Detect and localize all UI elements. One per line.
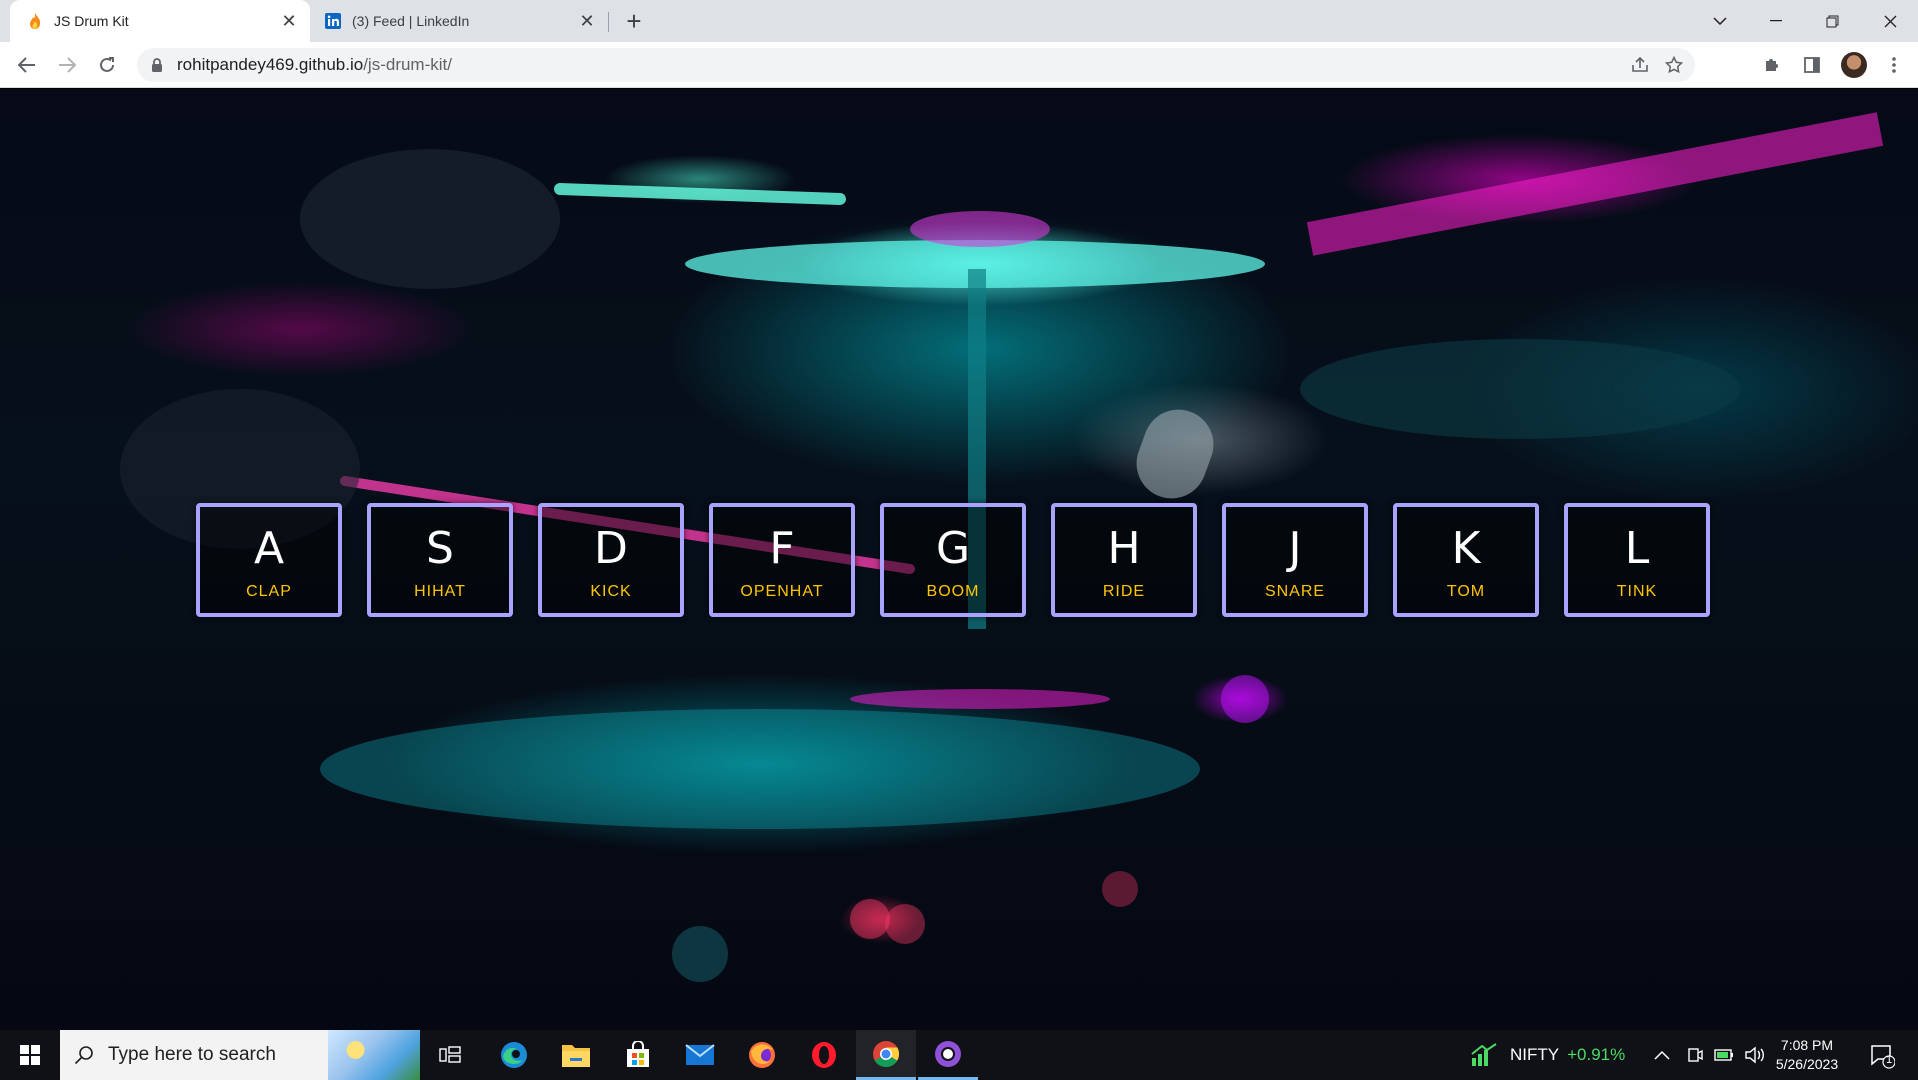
profile-avatar[interactable] [1838, 49, 1870, 81]
search-icon [74, 1045, 94, 1065]
file-explorer-icon[interactable] [546, 1030, 606, 1080]
key-letter: H [1107, 523, 1141, 574]
drum-key-j[interactable]: J SNARE [1222, 503, 1368, 617]
key-letter: K [1451, 523, 1481, 574]
tab-divider [608, 12, 609, 32]
browser-toolbar: rohitpandey469.github.io/js-drum-kit/ [0, 42, 1918, 88]
key-sound-label: TINK [1616, 583, 1658, 600]
drum-key-l[interactable]: L TINK [1564, 503, 1710, 617]
windows-taskbar: Type here to search NIFTY +0.91% 7:08 PM… [0, 1030, 1918, 1080]
key-sound-label: CLAP [246, 583, 292, 600]
taskbar-search-box[interactable]: Type here to search [60, 1030, 420, 1080]
battery-icon[interactable] [1714, 1030, 1734, 1080]
tab-search-icon[interactable] [1692, 0, 1748, 42]
stock-name: NIFTY [1510, 1045, 1560, 1064]
key-sound-label: RIDE [1102, 583, 1146, 600]
drum-key-h[interactable]: H RIDE [1051, 503, 1197, 617]
flame-icon [26, 12, 44, 30]
share-icon[interactable] [1623, 48, 1657, 82]
drum-key-k[interactable]: K TOM [1393, 503, 1539, 617]
key-letter: A [253, 523, 285, 574]
search-highlight-image [328, 1030, 420, 1080]
address-bar[interactable]: rohitpandey469.github.io/js-drum-kit/ [137, 48, 1695, 82]
volume-icon[interactable] [1744, 1030, 1766, 1080]
drum-kit-page: A CLAP S HIHAT D KICK F OPENHAT G BOOM H… [0, 89, 1918, 1030]
drum-key-s[interactable]: S HIHAT [367, 503, 513, 617]
key-letter: D [594, 523, 628, 574]
key-letter: S [426, 523, 454, 574]
restore-icon[interactable] [1804, 0, 1860, 42]
key-letter: F [769, 523, 795, 574]
tab-title: (3) Feed | LinkedIn [352, 13, 470, 29]
task-view-icon[interactable] [420, 1030, 480, 1080]
drum-key-f[interactable]: F OPENHAT [709, 503, 855, 617]
firefox-icon[interactable] [732, 1030, 792, 1080]
key-sound-label: SNARE [1264, 583, 1326, 600]
forward-arrow-icon[interactable] [51, 49, 83, 81]
windows-start-icon[interactable] [0, 1030, 60, 1080]
key-sound-label: BOOM [926, 583, 980, 600]
chevron-up-icon[interactable] [1654, 1030, 1670, 1080]
notification-icon[interactable]: 1 [1866, 1040, 1898, 1072]
close-tab-icon[interactable]: ✕ [574, 8, 600, 34]
close-tab-icon[interactable]: ✕ [276, 8, 302, 34]
minimize-icon[interactable] [1748, 0, 1804, 42]
bookmark-star-icon[interactable] [1657, 48, 1691, 82]
lock-icon[interactable] [151, 57, 163, 73]
drum-key-d[interactable]: D KICK [538, 503, 684, 617]
stock-change: +0.91% [1567, 1045, 1626, 1064]
clock-time: 7:08 PM [1780, 1037, 1834, 1053]
extensions-puzzle-icon[interactable] [1756, 49, 1788, 81]
browser-tab-strip: JS Drum Kit ✕ (3) Feed | LinkedIn ✕ + [0, 0, 1918, 42]
reload-icon[interactable] [91, 49, 123, 81]
linkedin-icon [324, 12, 342, 30]
clock-date: 5/26/2023 [1775, 1056, 1839, 1072]
drum-keys: A CLAP S HIHAT D KICK F OPENHAT G BOOM H… [196, 503, 1710, 617]
microsoft-store-icon[interactable] [608, 1030, 668, 1080]
mail-icon[interactable] [670, 1030, 730, 1080]
meet-now-icon[interactable] [1686, 1030, 1704, 1080]
key-sound-label: KICK [590, 583, 632, 600]
menu-kebab-icon[interactable] [1878, 49, 1910, 81]
back-arrow-icon[interactable] [11, 49, 43, 81]
tab-js-drum-kit[interactable]: JS Drum Kit ✕ [10, 0, 310, 42]
stock-chart-icon [1471, 1043, 1497, 1066]
url-host: rohitpandey469.github.io [177, 55, 364, 74]
drum-key-a[interactable]: A CLAP [196, 503, 342, 617]
key-letter: L [1624, 523, 1650, 574]
new-tab-button[interactable]: + [620, 6, 648, 36]
opera-icon[interactable] [794, 1030, 854, 1080]
key-sound-label: HIHAT [414, 583, 466, 600]
close-window-icon[interactable] [1862, 0, 1918, 42]
side-panel-icon[interactable] [1796, 49, 1828, 81]
tab-title: JS Drum Kit [54, 13, 129, 29]
key-letter: J [1288, 523, 1302, 574]
key-letter: G [935, 523, 971, 574]
notification-count: 1 [1885, 1054, 1893, 1066]
key-sound-label: OPENHAT [740, 583, 824, 600]
tab-linkedin[interactable]: (3) Feed | LinkedIn ✕ [318, 0, 608, 42]
url-path: /js-drum-kit/ [363, 55, 452, 74]
github-desktop-icon[interactable] [918, 1030, 978, 1080]
stock-widget[interactable]: NIFTY +0.91% [1470, 1030, 1625, 1080]
key-sound-label: TOM [1446, 583, 1486, 600]
edge-icon[interactable] [484, 1030, 544, 1080]
chrome-icon[interactable] [856, 1030, 916, 1080]
drum-key-g[interactable]: G BOOM [880, 503, 1026, 617]
taskbar-clock[interactable]: 7:08 PM 5/26/2023 [1770, 1036, 1844, 1074]
search-placeholder: Type here to search [108, 1044, 276, 1065]
